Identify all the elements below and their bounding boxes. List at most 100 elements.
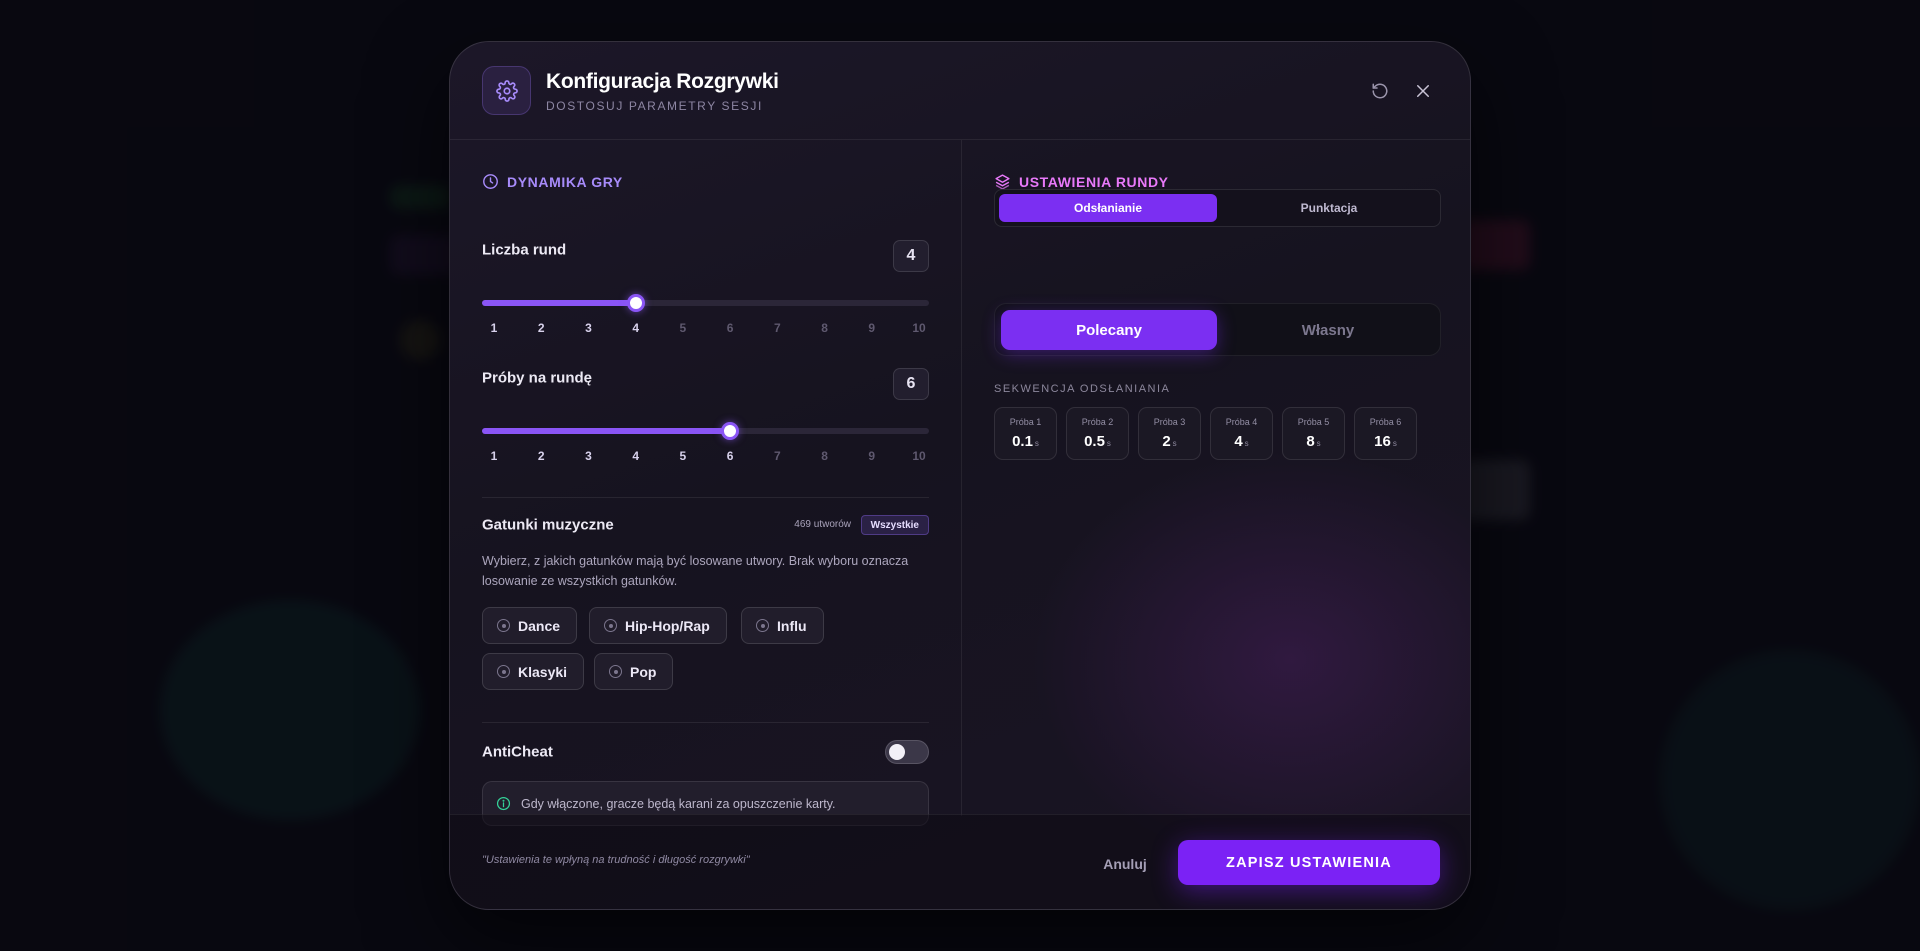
rounds-ticks: 1 2 3 4 5 6 7 8 9 10 [482,321,929,337]
radio-icon [497,665,510,678]
step-unit: s [1172,439,1177,448]
slider-tick-label[interactable]: 3 [573,321,603,335]
genres-label: Gatunki muzyczne [482,516,614,534]
sequence-label: SEKWENCJA ODSŁANIANIA [994,383,1171,395]
sequence-step: Próba 5 8s [1282,407,1345,460]
slider-tick-label[interactable]: 1 [479,321,509,335]
attempts-slider[interactable] [482,422,929,440]
slider-tick-label[interactable]: 7 [762,449,792,463]
step-value: 4s [1234,433,1248,450]
step-unit: s [1034,439,1039,448]
step-label: Próba 4 [1225,417,1258,427]
step-value: 8s [1306,433,1320,450]
genre-chip-pop[interactable]: Pop [594,653,674,690]
slider-tick-label[interactable]: 3 [573,449,603,463]
step-value: 0.5 s [1084,433,1111,450]
radio-icon [604,619,617,632]
slider-tick-label[interactable]: 1 [479,449,509,463]
slider-tick-label[interactable]: 10 [904,449,934,463]
reset-icon [1372,83,1388,99]
rounds-slider-fill [482,300,636,306]
anticheat-info-text: Gdy włączone, gracze będą karani za opus… [521,796,836,811]
attempts-value: 6 [893,368,929,400]
mode-custom-button[interactable]: Własny [1220,310,1436,350]
modal-subtitle: DOSTOSUJ PARAMETRY SESJI [546,99,763,113]
step-unit: s [1106,439,1111,448]
step-label: Próba 6 [1369,417,1402,427]
slider-tick-label[interactable]: 10 [904,321,934,335]
section-title-text: DYNAMIKA GRY [507,173,623,190]
step-label: Próba 3 [1153,417,1186,427]
layers-icon [995,174,1010,190]
rounds-slider-thumb[interactable] [626,294,645,312]
tab-reveal[interactable]: Odsłanianie [999,194,1217,222]
attempts-label: Próby na rundę [482,369,593,387]
slider-tick-label[interactable]: 7 [762,321,792,335]
modal-title: Konfiguracja Rozgrywki [546,70,779,93]
genre-chip-label: Pop [630,663,657,680]
cancel-button[interactable]: Anuluj [1090,849,1160,879]
step-value-number: 16 [1374,433,1391,450]
sequence-step: Próba 4 4s [1210,407,1273,460]
step-value-number: 0.1 [1012,433,1033,450]
genre-chip-klasyki[interactable]: Klasyki [482,653,585,690]
radio-icon [756,619,769,632]
radio-icon [497,619,510,632]
genre-chip-label: Hip-Hop/Rap [625,617,710,634]
slider-tick-label[interactable]: 8 [810,449,840,463]
slider-tick-label[interactable]: 2 [526,321,556,335]
section-title-text: USTAWIENIA RUNDY [1019,173,1169,190]
step-label: Próba 2 [1081,417,1114,427]
tab-scoring[interactable]: Punktacja [1220,194,1438,222]
footer-note: "Ustawienia te wpłyną na trudność i dług… [482,854,750,866]
slider-tick-label[interactable]: 9 [857,321,887,335]
step-unit: s [1316,439,1321,448]
genre-chip-influ[interactable]: Influ [741,607,824,644]
step-value-number: 4 [1234,433,1243,450]
mode-selector: Polecany Własny [994,303,1441,356]
modal-footer: "Ustawienia te wpłyną na trudność i dług… [450,814,1470,909]
slider-tick-label[interactable]: 6 [715,449,745,463]
step-label: Próba 1 [1009,417,1042,427]
sequence-step: Próba 3 2s [1138,407,1201,460]
anticheat-toggle[interactable] [885,740,929,764]
toggle-knob [889,744,905,760]
anticheat-label: AntiCheat [482,743,553,761]
rounds-slider[interactable] [482,294,929,312]
slider-tick-label[interactable]: 2 [526,449,556,463]
rounds-value: 4 [893,240,929,272]
slider-tick-label[interactable]: 4 [621,321,651,335]
genre-chip-hiphop[interactable]: Hip-Hop/Rap [589,607,727,644]
slider-tick-label[interactable]: 4 [621,449,651,463]
all-genres-badge[interactable]: Wszystkie [860,515,929,535]
reset-button[interactable] [1367,78,1393,104]
step-value-number: 2 [1162,433,1171,450]
slider-tick-label[interactable]: 8 [810,321,840,335]
slider-tick-label[interactable]: 6 [715,321,745,335]
step-value-number: 8 [1306,433,1315,450]
round-tabs: Odsłanianie Punktacja [994,189,1441,227]
clock-icon [483,174,498,189]
column-divider [961,140,962,816]
divider [482,722,929,723]
close-icon [1417,85,1429,97]
genre-chip-label: Klasyki [518,663,568,680]
attempts-ticks: 1 2 3 4 5 6 7 8 9 10 [482,449,929,465]
slider-tick-label[interactable]: 5 [668,321,698,335]
attempts-slider-fill [482,428,731,434]
sequence-step: Próba 6 16 s [1354,407,1417,460]
mode-recommended-button[interactable]: Polecany [1001,310,1217,350]
slider-tick-label[interactable]: 9 [857,449,887,463]
attempts-slider-thumb[interactable] [721,422,740,440]
genre-chip-dance[interactable]: Dance [482,607,578,644]
step-value-number: 0.5 [1084,433,1105,450]
close-button[interactable] [1410,78,1436,104]
settings-modal: Konfiguracja Rozgrywki DOSTOSUJ PARAMETR… [449,41,1471,910]
sequence-step: Próba 2 0.5 s [1066,407,1129,460]
genre-chip-label: Dance [518,617,561,634]
sequence-step: Próba 1 0.1 s [994,407,1057,460]
game-dynamics-panel: DYNAMIKA GRY Liczba rund 4 1 2 3 4 5 6 7 8 9 10 P… [482,140,929,826]
round-settings-panel: USTAWIENIA RUNDY Odsłanianie Punktacja P… [994,140,1441,816]
slider-tick-label[interactable]: 5 [668,449,698,463]
save-settings-button[interactable]: ZAPISZ USTAWIENIA [1178,840,1440,885]
